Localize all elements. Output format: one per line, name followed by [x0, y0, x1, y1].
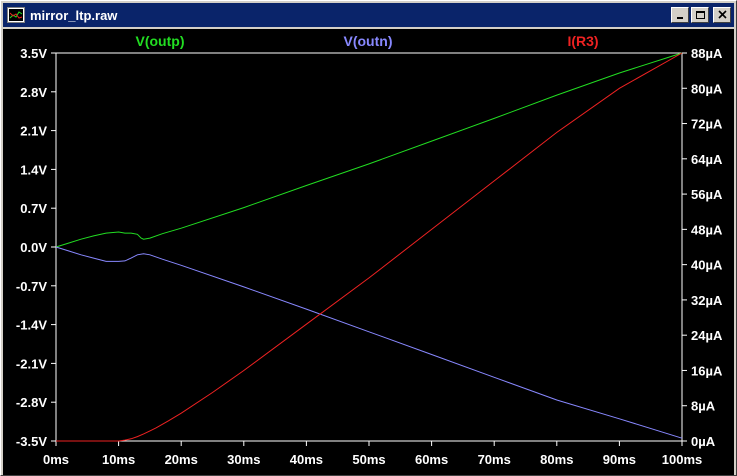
y-right-tick-label: 80µA: [691, 81, 723, 96]
trace-line[interactable]: [55, 246, 683, 439]
y-left-tick-label: 2.8V: [20, 85, 47, 100]
y-left-tick-label: 0.0V: [20, 240, 47, 255]
y-right-tick-label: 88µA: [691, 46, 723, 61]
y-right-tick-label: 0µA: [691, 434, 716, 449]
x-tick-label: 50ms: [352, 452, 385, 467]
window-controls: [671, 7, 731, 23]
maximize-icon: [696, 11, 705, 19]
traces: [55, 52, 683, 442]
legend: V(outp) V(outn) I(R3): [136, 33, 599, 49]
y-left-tick-label: -2.8V: [16, 395, 47, 410]
x-tick-label: 20ms: [165, 452, 198, 467]
y-right-tick-label: 16µA: [691, 363, 723, 378]
y-left-tick-label: 3.5V: [20, 46, 47, 61]
x-tick-label: 70ms: [478, 452, 511, 467]
y-right-tick-label: 56µA: [691, 187, 723, 202]
x-tick-label: 30ms: [227, 452, 260, 467]
y-right-tick-label: 72µA: [691, 117, 723, 132]
waveform-file-icon: [7, 7, 25, 23]
maximize-button[interactable]: [691, 7, 709, 23]
x-tick-label: 80ms: [540, 452, 573, 467]
plot-pane[interactable]: V(outp) V(outn) I(R3) 0ms 10ms 20ms 30ms 40ms 5…: [3, 29, 734, 475]
x-tick-label: 0ms: [43, 452, 69, 467]
y-right-tick-label: 48µA: [691, 222, 723, 237]
trace-line[interactable]: [55, 52, 683, 248]
x-tick-label: 10ms: [102, 452, 135, 467]
waveform-window: mirror_ltp.raw V(outp) V(outn) I(R3) 0ms…: [0, 0, 737, 476]
y-left-tick-label: -0.7V: [16, 279, 47, 294]
y-right-tick-label: 8µA: [691, 399, 716, 414]
axis-ticks: 0ms 10ms 20ms 30ms 40ms 50ms 60ms 70ms 80ms 90ms 1…: [16, 46, 723, 467]
waveform-plot[interactable]: V(outp) V(outn) I(R3) 0ms 10ms 20ms 30ms 40ms 5…: [3, 29, 734, 475]
legend-item[interactable]: V(outn): [344, 33, 393, 49]
plot-frame: [55, 52, 683, 442]
plot-border: [55, 52, 683, 442]
y-left-tick-label: -2.1V: [16, 356, 47, 371]
minimize-icon: [677, 17, 683, 19]
y-right-tick-label: 32µA: [691, 293, 723, 308]
y-left-tick-label: 0.7V: [20, 201, 47, 216]
y-left-tick-label: -1.4V: [16, 318, 47, 333]
y-left-tick-label: 1.4V: [20, 162, 47, 177]
y-left-tick-label: 2.1V: [20, 124, 47, 139]
y-right-tick-label: 64µA: [691, 152, 723, 167]
minimize-button[interactable]: [671, 7, 689, 23]
window-title: mirror_ltp.raw: [30, 7, 118, 23]
y-right-tick-label: 24µA: [691, 328, 723, 343]
y-left-tick-label: -3.5V: [16, 434, 47, 449]
close-button[interactable]: [713, 7, 731, 23]
trace-line[interactable]: [56, 52, 683, 442]
x-tick-label: 40ms: [290, 452, 323, 467]
close-icon: [718, 10, 727, 19]
y-right-tick-label: 40µA: [691, 258, 723, 273]
title-bar[interactable]: mirror_ltp.raw: [3, 3, 734, 27]
x-tick-label: 90ms: [603, 452, 636, 467]
x-tick-label: 100ms: [662, 452, 702, 467]
legend-item[interactable]: I(R3): [567, 33, 598, 49]
x-tick-label: 60ms: [415, 452, 448, 467]
legend-item[interactable]: V(outp): [136, 33, 185, 49]
